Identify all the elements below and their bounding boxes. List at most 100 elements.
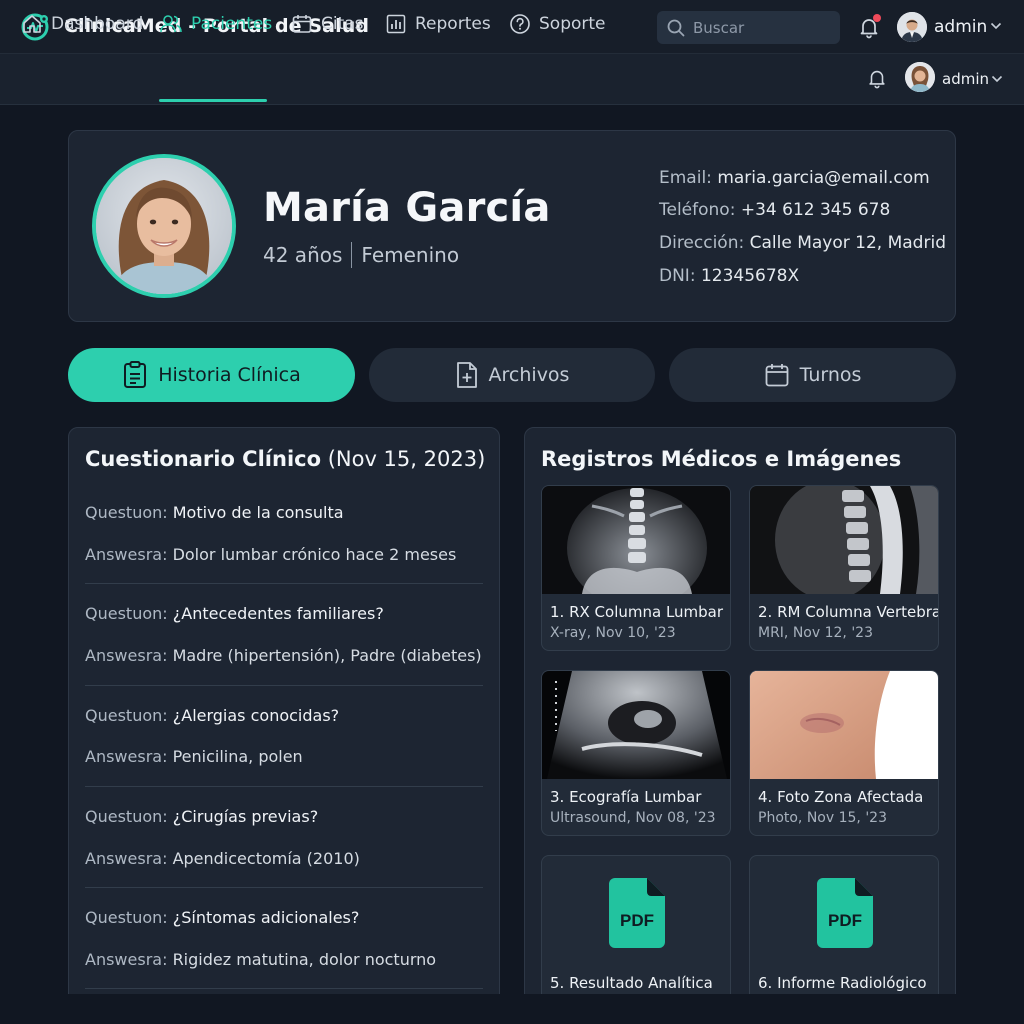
- answer-text: Apendicectomía (2010): [172, 849, 360, 868]
- record-card-mri[interactable]: 2. RM Columna Vertebral MRI, Nov 12, '23: [749, 485, 939, 651]
- question-prefix: Questuon:: [85, 604, 168, 623]
- record-name: 3. Ecografía Lumbar: [550, 788, 702, 806]
- contact-value[interactable]: maria.garcia@email.com: [717, 168, 929, 188]
- answer-prefix: Answesra:: [85, 950, 168, 969]
- contact-email: Email: maria.garcia@email.com: [659, 168, 930, 188]
- nav-soporte[interactable]: Soporte: [509, 13, 606, 35]
- patient-portrait-icon: [96, 158, 232, 294]
- patient-name: María García: [263, 185, 551, 231]
- qa-divider: [85, 583, 483, 584]
- pdf-badge: PDF: [828, 911, 862, 930]
- answer-row: Answesra: Penicilina, polen: [85, 747, 303, 766]
- question-row: Questuon: ¿Antecedentes familiares?: [85, 604, 384, 623]
- contact-value[interactable]: +34 612 345 678: [741, 200, 890, 220]
- user-avatar[interactable]: [897, 12, 927, 42]
- file-plus-icon: [456, 362, 477, 388]
- qa-divider: [85, 786, 483, 787]
- tab-label: Archivos: [488, 364, 570, 386]
- pdf-badge: PDF: [620, 911, 654, 930]
- record-name: 4. Foto Zona Afectada: [758, 788, 924, 806]
- calendar-icon: [765, 364, 788, 387]
- question-text: ¿Alergias conocidas?: [172, 706, 340, 725]
- question-row: Questuon: ¿Cirugías previas?: [85, 807, 318, 826]
- chevron-down-icon[interactable]: [991, 75, 1003, 83]
- questionnaire-date: (Nov 15, 2023): [327, 447, 486, 471]
- question-text: ¿Cirugías previas?: [172, 807, 319, 826]
- record-meta: X-ray, Nov 10, '23: [550, 625, 676, 641]
- bar-chart-icon: [386, 14, 406, 34]
- answer-prefix: Answesra:: [85, 646, 168, 665]
- photo-thumbnail: [750, 671, 938, 779]
- question-prefix: Questuon:: [85, 503, 168, 522]
- patient-photo: [92, 154, 236, 298]
- pdf-file-icon: PDF: [817, 878, 873, 948]
- nav-dashboard[interactable]: Dashboard: [21, 13, 143, 35]
- question-row: Questuon: ¿Alergias conocidas?: [85, 706, 339, 725]
- patient-sex: Femenino: [361, 243, 460, 267]
- answer-row: Answesra: Rigidez matutina, dolor noctur…: [85, 950, 436, 969]
- tab-archivos[interactable]: Archivos: [369, 348, 655, 402]
- nav-label: Pacientes: [191, 14, 273, 34]
- question-text: ¿Antecedentes familiares?: [172, 604, 384, 623]
- question-prefix: Questuon:: [85, 908, 168, 927]
- contact-label: Dirección:: [659, 233, 745, 253]
- contact-value: Calle Mayor 12, Madrid: [749, 233, 946, 253]
- record-name: 2. RM Columna Vertebral: [758, 603, 939, 621]
- user-name[interactable]: admin: [934, 17, 987, 37]
- contact-phone: Teléfono: +34 612 345 678: [659, 200, 890, 220]
- records-title: Registros Médicos e Imágenes: [541, 447, 902, 471]
- question-row: Questuon: Motivo de la consulta: [85, 503, 344, 522]
- record-card-ultrasound[interactable]: 3. Ecografía Lumbar Ultrasound, Nov 08, …: [541, 670, 731, 836]
- tab-historia-clinica[interactable]: Historia Clínica: [68, 348, 355, 402]
- record-name: 5. Resultado Analítica: [550, 974, 713, 992]
- viewport-bottom-edge: [0, 994, 1024, 1024]
- nav-pacientes[interactable]: Pacientes: [159, 13, 272, 35]
- nav-citas[interactable]: Citas: [291, 13, 364, 35]
- question-prefix: Questuon:: [85, 706, 168, 725]
- record-meta: Ultrasound, Nov 08, '23: [550, 810, 716, 826]
- pdf-file-icon: PDF: [609, 878, 665, 948]
- answer-prefix: Answesra:: [85, 545, 168, 564]
- patient-meta: 42 años Femenino: [263, 242, 459, 268]
- home-icon: [23, 15, 41, 33]
- nav-label: Soporte: [539, 14, 606, 34]
- qa-divider: [85, 887, 483, 888]
- contact-label: Teléfono:: [659, 200, 736, 220]
- user-name[interactable]: admin: [942, 70, 989, 88]
- tab-label: Historia Clínica: [158, 364, 301, 386]
- search-input[interactable]: [693, 18, 823, 37]
- ultrasound-thumbnail: [542, 671, 730, 779]
- search-icon: [667, 19, 685, 36]
- questionnaire-title: Cuestionario Clínico (Nov 15, 2023): [85, 447, 485, 471]
- answer-text: Rigidez matutina, dolor nocturno: [172, 950, 437, 969]
- answer-text: Dolor lumbar crónico hace 2 meses: [172, 545, 457, 564]
- calendar-icon: [292, 15, 312, 33]
- notification-bell-icon[interactable]: [866, 67, 888, 89]
- record-meta: MRI, Nov 12, '23: [758, 625, 873, 641]
- xray-thumbnail: [542, 486, 730, 594]
- answer-prefix: Answesra:: [85, 849, 168, 868]
- contact-dni: DNI: 12345678X: [659, 266, 799, 286]
- question-prefix: Questuon:: [85, 807, 168, 826]
- clipboard-icon: [124, 361, 147, 388]
- tab-label: Turnos: [799, 364, 862, 386]
- female-avatar-icon: [905, 62, 935, 92]
- help-circle-icon: [510, 14, 530, 34]
- record-name: 6. Informe Radiológico: [758, 974, 927, 992]
- record-name: 1. RX Columna Lumbar: [550, 603, 724, 621]
- record-card-xray[interactable]: 1. RX Columna Lumbar X-ray, Nov 10, '23: [541, 485, 731, 651]
- nav-label: Citas: [321, 14, 364, 34]
- questionnaire-heading: Cuestionario Clínico: [85, 447, 322, 471]
- mri-thumbnail: [750, 486, 938, 594]
- tab-turnos[interactable]: Turnos: [669, 348, 956, 402]
- qa-divider: [85, 988, 483, 989]
- contact-value: 12345678X: [700, 266, 800, 286]
- user-avatar[interactable]: [905, 62, 935, 92]
- nav-reportes[interactable]: Reportes: [385, 13, 491, 35]
- record-card-photo[interactable]: 4. Foto Zona Afectada Photo, Nov 15, '23: [749, 670, 939, 836]
- chevron-down-icon[interactable]: [990, 22, 1002, 30]
- question-row: Questuon: ¿Síntomas adicionales?: [85, 908, 359, 927]
- search-box[interactable]: [657, 11, 840, 44]
- answer-row: Answesra: Dolor lumbar crónico hace 2 me…: [85, 545, 456, 564]
- users-icon: [160, 15, 182, 33]
